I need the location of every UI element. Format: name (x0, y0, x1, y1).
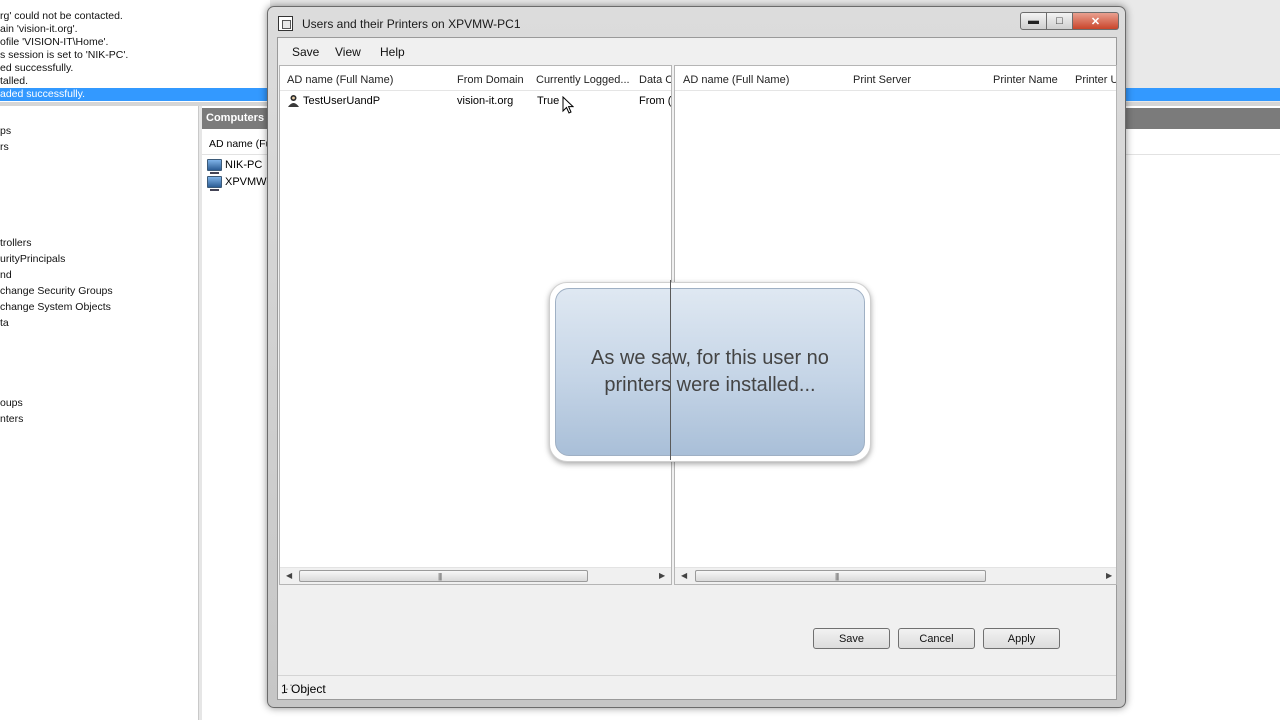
user-icon (288, 95, 299, 107)
log-line: ed successfully. (0, 62, 74, 74)
background-tree[interactable]: ps rs trollers urityPrincipals nd change… (0, 106, 199, 720)
menu-bar: Save View Help (278, 38, 1116, 65)
mouse-cursor-icon (562, 96, 574, 114)
scroll-left-icon[interactable]: ◀ (286, 571, 292, 580)
column-printer-ad-name[interactable]: AD name (Full Name) (683, 74, 789, 86)
computer-icon (207, 176, 222, 191)
tree-item[interactable]: ta (0, 315, 9, 331)
menu-help[interactable]: Help (380, 45, 405, 59)
printers-hscrollbar[interactable]: ◀ ||| ▶ (675, 567, 1116, 584)
tree-item[interactable]: trollers (0, 235, 32, 251)
tree-item[interactable]: nd (0, 267, 12, 283)
column-data[interactable]: Data C (639, 74, 671, 86)
resize-grip-icon[interactable]: ⋰ (281, 682, 1113, 696)
column-printer-name[interactable]: Printer Name (993, 74, 1058, 86)
app-icon (278, 16, 293, 31)
cancel-button[interactable]: Cancel (898, 628, 975, 649)
log-line: rg' could not be contacted. (0, 10, 123, 22)
column-print-server[interactable]: Print Server (853, 74, 911, 86)
column-from-domain[interactable]: From Domain (457, 74, 524, 86)
pane-splitter-line (670, 280, 671, 460)
computers-column-label: AD name (Fu (209, 138, 272, 150)
tree-item[interactable]: nters (0, 411, 23, 427)
grip-icon: ||| (835, 572, 839, 581)
maximize-button[interactable]: □ (1047, 12, 1073, 30)
computer-row[interactable]: XPVMW- (207, 174, 271, 191)
close-button[interactable]: ✕ (1073, 12, 1119, 30)
tree-item[interactable]: change System Objects (0, 299, 111, 315)
computer-icon (207, 159, 222, 174)
minimize-button[interactable]: ▬ (1020, 12, 1047, 30)
tutorial-callout: As we saw, for this user no printers wer… (549, 280, 871, 462)
tree-item[interactable]: urityPrincipals (0, 251, 65, 267)
column-ad-name[interactable]: AD name (Full Name) (287, 74, 393, 86)
table-row[interactable]: TestUserUandP vision-it.org True From (r (280, 92, 671, 110)
log-line: ofile 'VISION-IT\Home'. (0, 36, 109, 48)
computers-header-label: Computers (206, 112, 265, 124)
background-splitter[interactable] (199, 106, 202, 720)
scroll-left-icon[interactable]: ◀ (681, 571, 687, 580)
menu-save[interactable]: Save (292, 45, 319, 59)
tree-item[interactable]: ps (0, 123, 11, 139)
save-button[interactable]: Save (813, 628, 890, 649)
scroll-thumb[interactable]: ||| (695, 570, 986, 582)
callout-body: As we saw, for this user no printers wer… (555, 288, 865, 456)
tree-item[interactable]: change Security Groups (0, 283, 113, 299)
user-name: TestUserUandP (303, 95, 381, 107)
user-data: From (r (639, 95, 672, 107)
user-logged: True (537, 95, 560, 107)
column-currently-logged[interactable]: Currently Logged... (536, 74, 630, 86)
computer-row[interactable]: NIK-PC (207, 157, 263, 174)
users-column-headers: AD name (Full Name) From Domain Currentl… (280, 66, 671, 91)
apply-button[interactable]: Apply (983, 628, 1060, 649)
log-line: ain 'vision-it.org'. (0, 23, 78, 35)
tree-item[interactable]: oups (0, 395, 23, 411)
menu-view[interactable]: View (335, 45, 361, 59)
log-line: talled. (0, 75, 29, 87)
background-log-panel: rg' could not be contacted. ain 'vision-… (0, 0, 270, 102)
column-printer-ui[interactable]: Printer UI (1075, 74, 1116, 86)
window-title: Users and their Printers on XPVMW-PC1 (302, 17, 521, 31)
scroll-right-icon[interactable]: ▶ (1106, 571, 1112, 580)
users-hscrollbar[interactable]: ◀ ||| ▶ (280, 567, 671, 584)
printers-column-headers: AD name (Full Name) Print Server Printer… (675, 66, 1116, 91)
log-line: s session is set to 'NIK-PC'. (0, 49, 129, 61)
computer-name: NIK-PC (225, 159, 263, 171)
status-bar: 1 Object ⋰ (278, 675, 1116, 699)
scroll-right-icon[interactable]: ▶ (659, 571, 665, 580)
computer-name: XPVMW- (225, 176, 271, 188)
user-domain: vision-it.org (457, 95, 514, 107)
callout-text: As we saw, for this user no printers wer… (591, 347, 829, 396)
tree-item[interactable]: rs (0, 139, 9, 155)
scroll-thumb[interactable]: ||| (299, 570, 588, 582)
grip-icon: ||| (438, 572, 442, 581)
window-controls: ▬ □ ✕ (1020, 12, 1119, 30)
